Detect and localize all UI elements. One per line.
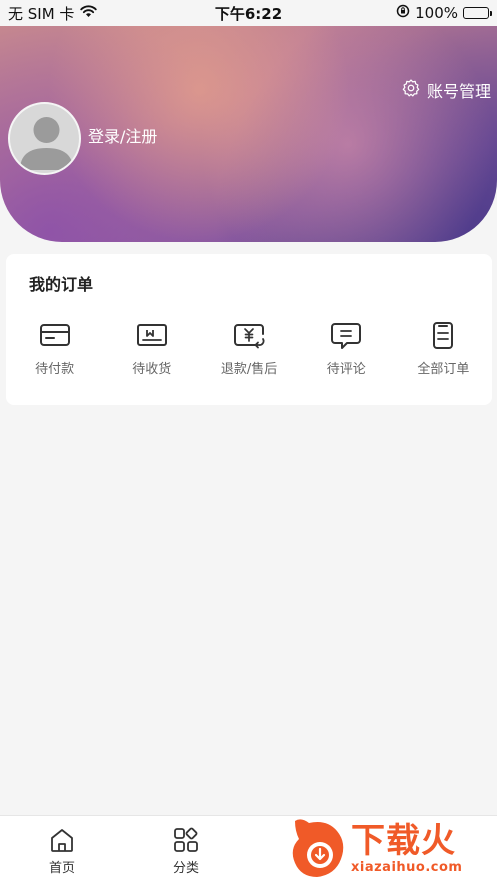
order-label: 全部订单 xyxy=(417,362,470,377)
wifi-icon xyxy=(80,4,98,22)
comment-icon xyxy=(331,323,362,349)
watermark-brand: 下载火 xyxy=(351,820,456,861)
watermark-url: xiazaihuo.com xyxy=(351,859,463,875)
tab-home[interactable]: 首页 xyxy=(0,816,124,883)
battery-icon xyxy=(463,7,492,19)
order-label: 待付款 xyxy=(35,362,75,377)
user-silhouette-icon xyxy=(20,117,73,170)
refund-icon xyxy=(234,324,265,349)
orders-grid: 待付款 待收货 退款/售后 待评论 全部订单 xyxy=(6,320,492,377)
gear-icon xyxy=(401,78,421,102)
battery-percent: 100% xyxy=(415,4,458,22)
tab-label: 分类 xyxy=(172,861,199,876)
login-register-link[interactable]: 登录/注册 xyxy=(88,123,157,147)
profile-header: 账号管理 登录/注册 xyxy=(0,26,497,242)
order-label: 待评论 xyxy=(326,362,366,377)
orders-card: 我的订单 待付款 待收货 退款/售后 待评论 全部订单 xyxy=(6,254,492,405)
category-icon xyxy=(174,827,198,852)
clipboard-icon xyxy=(433,322,454,349)
account-management-button[interactable]: 账号管理 xyxy=(401,78,491,102)
status-bar: 无 SIM 卡 下午6:22 100% xyxy=(0,0,497,26)
box-icon xyxy=(136,324,167,346)
card-icon xyxy=(39,324,70,346)
order-pending-receipt[interactable]: 待收货 xyxy=(103,320,200,377)
orders-title: 我的订单 xyxy=(29,275,94,294)
account-management-label: 账号管理 xyxy=(426,82,491,101)
tab-category[interactable]: 分类 xyxy=(124,816,248,883)
order-all[interactable]: 全部订单 xyxy=(395,320,492,377)
tab-label: 首页 xyxy=(48,861,75,876)
order-refund-aftersale[interactable]: 退款/售后 xyxy=(200,320,297,377)
carrier-label: 无 SIM 卡 xyxy=(8,4,75,23)
order-label: 退款/售后 xyxy=(220,362,278,377)
order-label: 待收货 xyxy=(132,362,172,377)
watermark-logo: 下载火 xiazaihuo.com xyxy=(287,813,497,883)
order-pending-review[interactable]: 待评论 xyxy=(298,320,395,377)
orientation-lock-icon xyxy=(396,4,410,22)
home-icon xyxy=(51,829,73,852)
avatar[interactable] xyxy=(8,102,81,175)
order-pending-payment[interactable]: 待付款 xyxy=(6,320,103,377)
flame-logo-icon xyxy=(292,819,344,877)
